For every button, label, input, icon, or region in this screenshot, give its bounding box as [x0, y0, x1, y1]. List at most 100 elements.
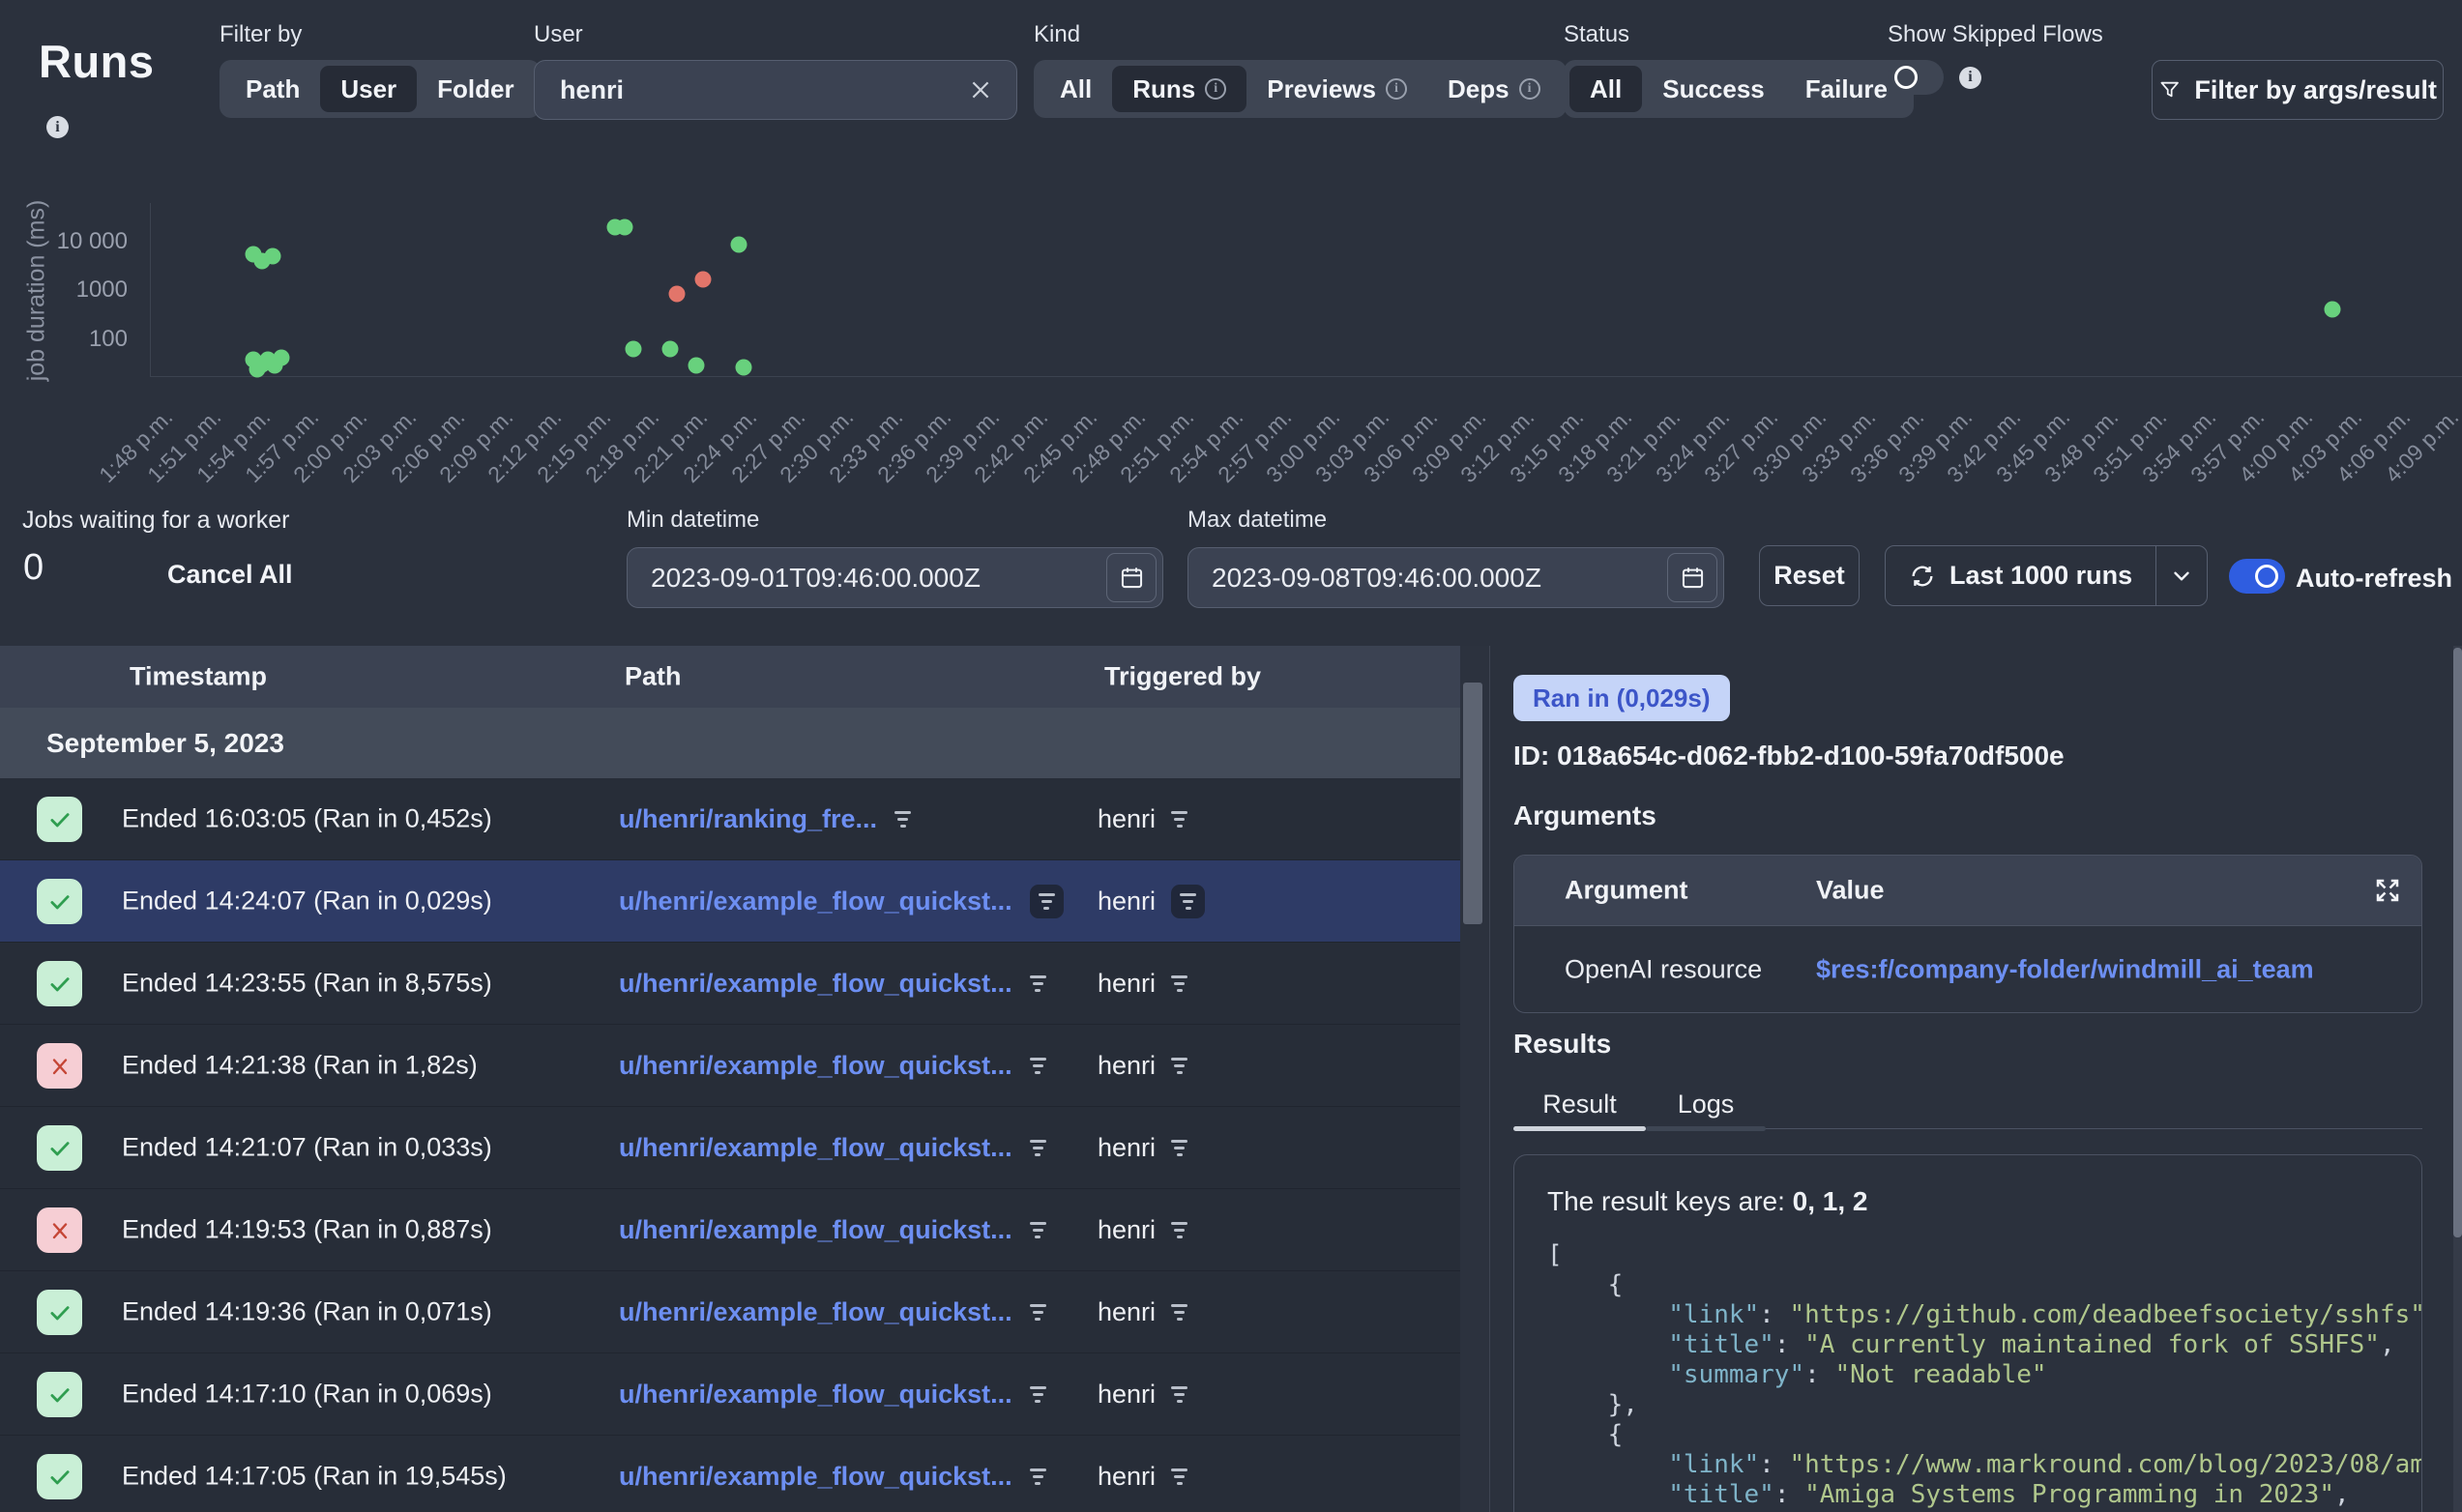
filter-icon[interactable] [1030, 1386, 1046, 1403]
filter-icon[interactable] [1030, 1304, 1046, 1321]
status-label: Status [1564, 21, 1914, 48]
col-timestamp: Timestamp [97, 662, 300, 692]
info-icon[interactable]: i [1519, 78, 1540, 100]
tab-result[interactable]: Result [1513, 1081, 1646, 1128]
row-path-link[interactable]: u/henri/example_flow_quickst... [619, 969, 1012, 999]
row-path-link[interactable]: u/henri/example_flow_quickst... [619, 1133, 1012, 1163]
table-row[interactable]: Ended 14:21:07 (Ran in 0,033s)u/henri/ex… [0, 1107, 1460, 1189]
last-runs-dropdown[interactable] [2155, 546, 2207, 605]
results-tabs: ResultLogs [1513, 1081, 2422, 1129]
arguments-table: Argument Value OpenAI resource $res:f/co… [1513, 855, 2422, 1013]
filter-by-option-path[interactable]: Path [225, 66, 320, 112]
filter-icon[interactable] [1171, 1386, 1187, 1403]
reset-button[interactable]: Reset [1759, 545, 1860, 606]
filter-icon[interactable] [1030, 1140, 1046, 1156]
clear-icon[interactable] [968, 77, 993, 102]
filter-icon[interactable] [1030, 975, 1046, 992]
skipped-flows-group: Show Skipped Flows i [1888, 21, 2103, 95]
user-filter-inputbox [534, 60, 1017, 120]
last-runs-main[interactable]: Last 1000 runs [1886, 546, 2155, 605]
argument-value-link[interactable]: $res:f/company-folder/windmill_ai_team [1816, 954, 2314, 984]
args-col-value: Value [1816, 876, 1885, 906]
row-path-link[interactable]: u/henri/example_flow_quickst... [619, 1462, 1012, 1492]
run-dot-success[interactable] [617, 218, 633, 235]
max-datetime-input[interactable] [1188, 563, 1667, 594]
filter-icon[interactable] [1180, 893, 1196, 910]
run-dot-success[interactable] [2324, 302, 2340, 318]
filter-icon[interactable] [1171, 811, 1187, 828]
run-dot-success[interactable] [730, 237, 747, 253]
filter-icon[interactable] [1171, 1222, 1187, 1238]
table-row[interactable]: Ended 14:17:10 (Ran in 0,069s) u/henri/ex… [0, 1353, 1460, 1436]
filter-args-button[interactable]: Filter by args/result [2152, 60, 2444, 120]
info-icon[interactable]: i [1205, 78, 1226, 100]
filter-icon[interactable] [1171, 1304, 1187, 1321]
max-datetime-calendar-button[interactable] [1667, 553, 1717, 602]
kind-option-runs[interactable]: Runsi [1112, 66, 1246, 112]
run-dot-success[interactable] [662, 340, 679, 357]
cancel-all-button[interactable]: Cancel All [161, 559, 299, 591]
info-icon[interactable]: i [1386, 78, 1407, 100]
run-dot-success[interactable] [273, 350, 289, 366]
filter-icon[interactable] [1039, 893, 1055, 910]
run-dot-success[interactable] [625, 340, 641, 357]
autorefresh-toggle[interactable] [2229, 559, 2285, 594]
table-row[interactable]: Ended 14:21:38 (Ran in 1,82s)u/henri/exa… [0, 1025, 1460, 1107]
x-tick-label: 2:03 p.m. [293, 404, 421, 532]
row-path-link[interactable]: u/henri/example_flow_quickst... [619, 1051, 1012, 1081]
kind-option-deps[interactable]: Depsi [1427, 66, 1561, 112]
filter-by-group: Filter by PathUserFolder [220, 21, 541, 118]
skipped-flows-toggle[interactable] [1888, 60, 1944, 95]
user-filter-input[interactable] [535, 75, 968, 105]
filter-icon[interactable] [1030, 1468, 1046, 1485]
run-dot-success[interactable] [735, 360, 751, 376]
skipped-flows-info-icon[interactable]: i [1959, 67, 1981, 89]
row-path-link[interactable]: u/henri/example_flow_quickst... [619, 1380, 1012, 1410]
table-row[interactable]: Ended 14:19:53 (Ran in 0,887s)u/henri/ex… [0, 1189, 1460, 1271]
filter-by-label: Filter by [220, 21, 541, 48]
runs-info-icon[interactable]: i [46, 116, 69, 138]
table-row[interactable]: Ended 14:19:36 (Ran in 0,071s)u/henri/ex… [0, 1271, 1460, 1353]
filter-by-option-folder[interactable]: Folder [417, 66, 534, 112]
run-dot-success[interactable] [265, 248, 281, 265]
filter-icon[interactable] [1171, 1468, 1187, 1485]
table-row[interactable]: Ended 14:23:55 (Ran in 8,575s) u/henri/ex… [0, 943, 1460, 1025]
json-line: "link": "https://www.markround.com/blog/… [1547, 1450, 2389, 1480]
chart-x-axis [150, 376, 2462, 377]
kind-option-previews[interactable]: Previewsi [1246, 66, 1427, 112]
table-row[interactable]: Ended 14:24:07 (Ran in 0,029s)u/henri/ex… [0, 860, 1460, 943]
table-scrollbar-thumb[interactable] [1463, 683, 1482, 924]
row-path-link[interactable]: u/henri/example_flow_quickst... [619, 887, 1012, 916]
kind-option-all[interactable]: All [1040, 66, 1112, 112]
row-timestamp: Ended 14:17:10 (Ran in 0,069s) [122, 1380, 492, 1410]
filter-icon[interactable] [894, 811, 911, 828]
filter-icon[interactable] [1171, 975, 1187, 992]
status-option-success[interactable]: Success [1642, 66, 1785, 112]
filter-icon[interactable] [1171, 1140, 1187, 1156]
row-path-link[interactable]: u/henri/example_flow_quickst... [619, 1215, 1012, 1245]
status-option-all[interactable]: All [1569, 66, 1642, 112]
table-header: Timestamp Path Triggered by [0, 646, 1489, 708]
filter-icon[interactable] [1030, 1058, 1046, 1074]
run-dot-failure[interactable] [668, 286, 685, 303]
filter-by-option-user[interactable]: User [320, 66, 417, 112]
run-dot-success[interactable] [688, 357, 704, 373]
max-datetime-label: Max datetime [1187, 507, 1724, 534]
min-datetime-input[interactable] [628, 563, 1106, 594]
table-row[interactable]: Ended 16:03:05 (Ran in 0,452s)u/henri/ra… [0, 778, 1460, 860]
run-dot-failure[interactable] [694, 272, 711, 288]
row-timestamp: Ended 14:23:55 (Ran in 8,575s) [122, 969, 492, 999]
min-datetime-calendar-button[interactable] [1106, 553, 1157, 602]
tab-logs[interactable]: Logs [1646, 1081, 1766, 1128]
table-row[interactable]: Ended 14:17:05 (Ran in 19,545s)u/henri/e… [0, 1436, 1460, 1512]
row-path-link[interactable]: u/henri/ranking_fre... [619, 804, 877, 834]
kind-group: Kind AllRunsiPreviewsiDepsi [1034, 21, 1567, 118]
expand-icon[interactable] [2373, 876, 2402, 905]
row-path-link[interactable]: u/henri/example_flow_quickst... [619, 1297, 1012, 1327]
x-tick-label: 3:57 p.m. [2142, 404, 2270, 532]
json-line: { [1547, 1270, 2389, 1300]
json-line: [ [1547, 1240, 2389, 1270]
panel-scrollbar-thumb[interactable] [2453, 648, 2462, 1237]
filter-icon[interactable] [1030, 1222, 1046, 1238]
filter-icon[interactable] [1171, 1058, 1187, 1074]
